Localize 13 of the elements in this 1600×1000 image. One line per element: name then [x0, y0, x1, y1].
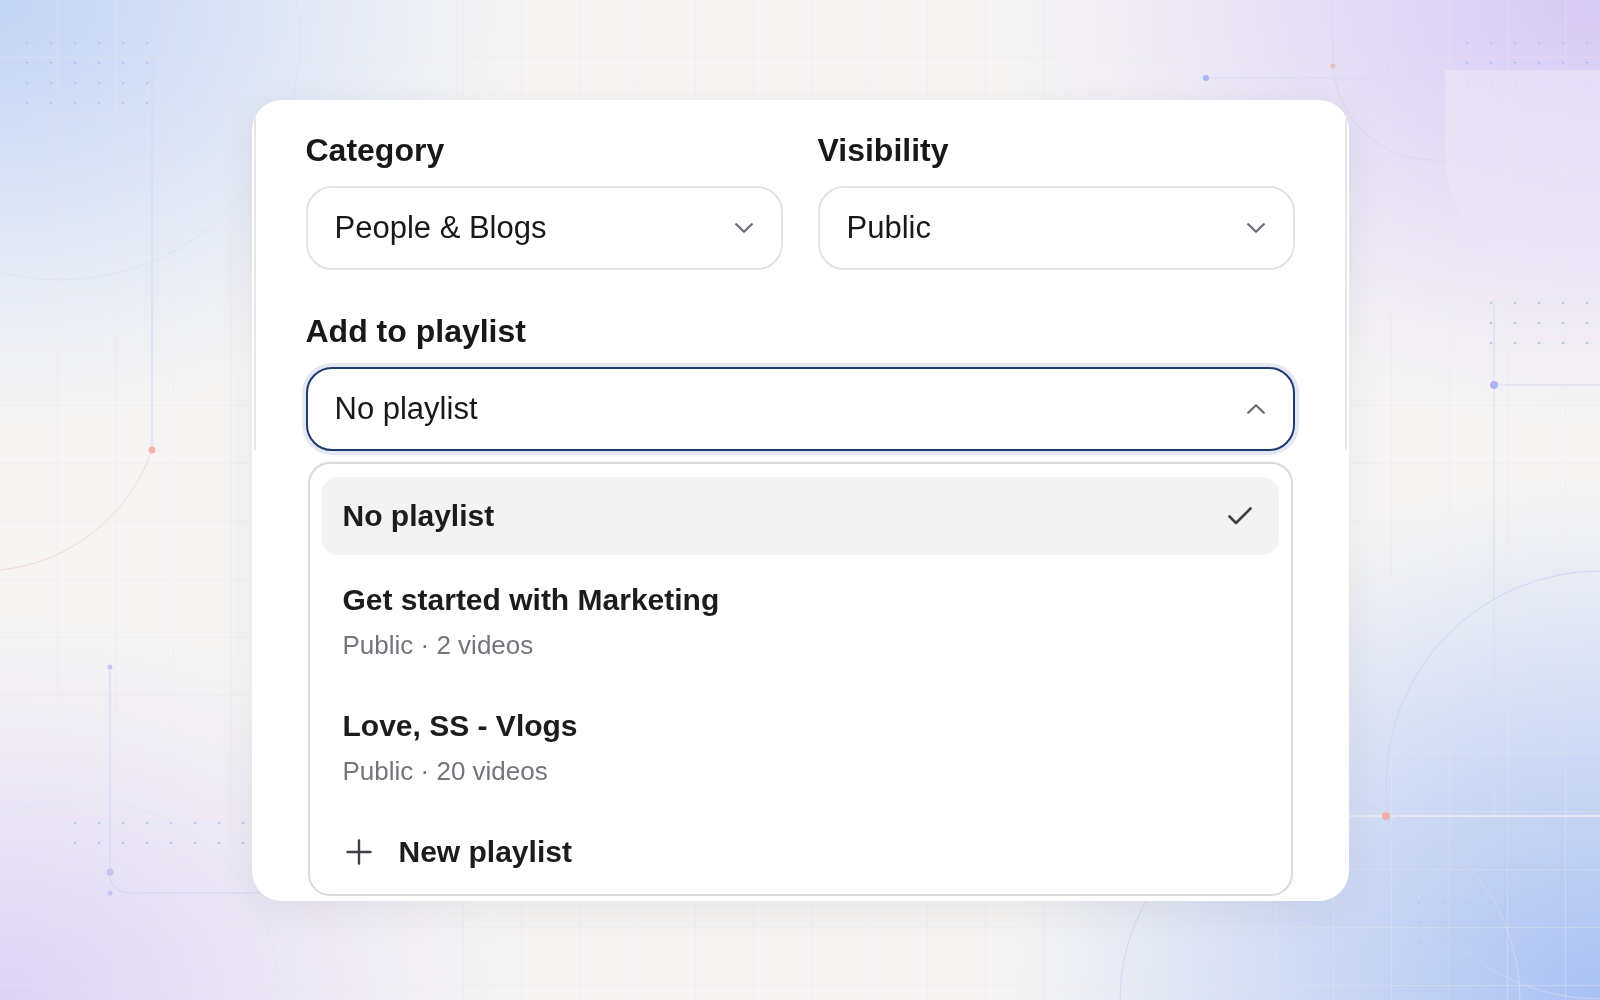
- chevron-down-icon: [734, 222, 753, 233]
- menu-option[interactable]: No playlist: [321, 476, 1279, 555]
- playlist-meta: Public · 20 videos: [342, 754, 548, 787]
- dropdown-field[interactable]: Public: [817, 185, 1295, 270]
- field-label: Category: [305, 131, 445, 168]
- dropdown-field[interactable]: People & Blogs: [305, 185, 783, 270]
- plus-icon: [345, 838, 372, 865]
- field-label: Add to playlist: [305, 312, 526, 349]
- check-icon: [1227, 506, 1252, 525]
- chevron-down-icon: [1246, 222, 1265, 233]
- chevron-up-icon: [1246, 403, 1265, 414]
- field-label: Visibility: [817, 131, 949, 168]
- playlist-meta: Public · 2 videos: [342, 628, 534, 661]
